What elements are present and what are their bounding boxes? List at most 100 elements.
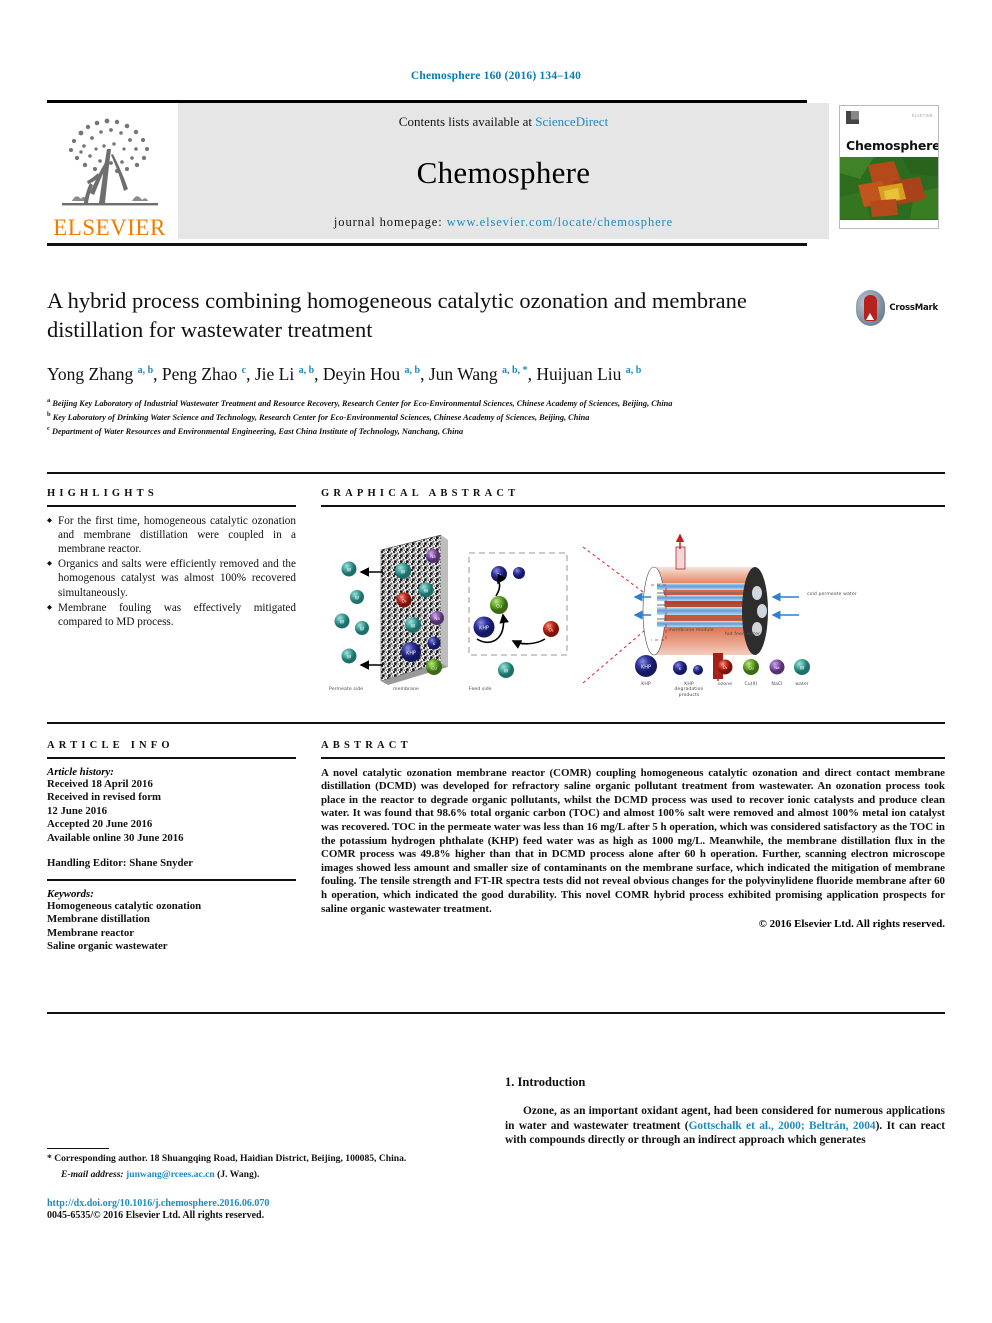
svg-text:Cu: Cu <box>748 665 754 670</box>
handling-editor: Handling Editor: Shane Snyder <box>47 856 194 869</box>
cover-publisher-label: ELSEVIER <box>911 113 933 118</box>
svg-text:Cu: Cu <box>431 665 437 670</box>
svg-text:O₃: O₃ <box>723 665 728 670</box>
running-head: Chemosphere 160 (2016) 134–140 <box>410 70 582 82</box>
graphical-abstract-heading-rule <box>321 505 945 507</box>
label-feed-side: Feed side <box>469 686 492 692</box>
svg-text:O₃: O₃ <box>402 598 407 603</box>
keyword-item: Homogeneous catalytic ozonation <box>47 899 202 912</box>
affiliation-b: b Key Laboratory of Drinking Water Scien… <box>47 409 837 423</box>
reaction-box: K⁺ Cu KHP O₃ <box>468 552 568 656</box>
svg-text:O₃: O₃ <box>549 627 554 632</box>
svg-text:KHP: KHP <box>406 650 416 656</box>
keyword-item: Saline organic wastewater <box>47 940 168 953</box>
cover-footer-band <box>840 220 938 228</box>
abstract-body: A novel catalytic ozonation membrane rea… <box>321 766 945 915</box>
sciencedirect-link[interactable]: ScienceDirect <box>535 114 608 129</box>
crossmark-badge[interactable]: CrossMark <box>856 288 938 328</box>
article-history-label: Article history: <box>47 765 114 778</box>
svg-text:W: W <box>504 668 509 674</box>
svg-text:Cu: Cu <box>496 603 502 609</box>
contents-prefix: Contents lists available at <box>398 114 536 129</box>
graphical-abstract-svg: W W W W W Na W W O₃ W Na K KHP Cu K⁺ Cu … <box>334 533 810 685</box>
affiliation-mark-b: b <box>47 411 51 419</box>
affiliation-text-b: Key Laboratory of Drinking Water Science… <box>52 412 590 422</box>
introduction-paragraph: Ozone, as an important oxidant agent, ha… <box>505 1104 945 1148</box>
affiliation-mark-c: c <box>47 425 50 433</box>
email-line: E-mail address: junwang@rcees.ac.cn (J. … <box>47 1169 447 1181</box>
email-label: E-mail address: <box>61 1168 124 1180</box>
homepage-url[interactable]: www.elsevier.com/locate/chemosphere <box>447 215 673 229</box>
page-title: A hybrid process combining homogeneous c… <box>47 288 747 342</box>
article-info-heading: ARTICLE INFO <box>47 740 174 751</box>
journal-homepage-line: journal homepage: www.elsevier.com/locat… <box>334 215 673 230</box>
legend-label-water: water <box>795 681 809 687</box>
svg-text:W: W <box>347 654 352 660</box>
label-hot-feed-water: hot feed water <box>725 631 761 637</box>
page-footer: * Corresponding author. 18 Shuangqing Ro… <box>47 1148 447 1221</box>
graphical-abstract-figure: W W W W W Na W W O₃ W Na K KHP Cu K⁺ Cu … <box>321 514 945 710</box>
elsevier-wordmark: ELSEVIER <box>53 215 166 240</box>
keywords-rule <box>47 879 296 881</box>
crossmark-icon <box>856 290 886 326</box>
list-item: For the first time, homogeneous catalyti… <box>47 514 296 557</box>
svg-text:W: W <box>355 595 359 600</box>
label-membrane: membrane <box>393 686 419 692</box>
introduction-heading: 1. Introduction <box>505 1075 586 1089</box>
paper-page: Chemosphere 160 (2016) 134–140 ELSEVIER … <box>0 0 992 1323</box>
svg-text:W: W <box>424 588 429 594</box>
journal-title: Chemosphere <box>416 154 591 190</box>
legend-label-khp-degradation: KHP degradation products <box>674 681 704 698</box>
highlights-heading-rule <box>47 505 296 507</box>
svg-text:W: W <box>411 623 416 629</box>
graphical-abstract-section: GRAPHICAL ABSTRACT W W W W W Na W W O₃ W… <box>321 488 945 710</box>
keyword-item: Membrane distillation <box>47 913 150 926</box>
highlights-section: HIGHLIGHTS For the first time, homogeneo… <box>47 488 296 630</box>
cover-artwork <box>840 157 938 221</box>
svg-text:W: W <box>347 567 352 573</box>
journal-cover-thumbnail: ELSEVIER Chemosphere <box>839 103 945 239</box>
svg-text:Na: Na <box>434 616 440 621</box>
contents-line: Contents lists available at ScienceDirec… <box>399 114 608 130</box>
affiliation-c: c Department of Water Resources and Envi… <box>47 423 837 437</box>
abstract-heading: ABSTRACT <box>321 740 412 751</box>
svg-text:Na: Na <box>774 665 779 670</box>
label-permeate-side: Permeate side <box>329 686 364 692</box>
email-address[interactable]: junwang@rcees.ac.cn <box>126 1169 215 1180</box>
abstract-bottom-rule <box>47 1012 945 1014</box>
svg-text:KHP: KHP <box>479 625 489 631</box>
highlights-heading: HIGHLIGHTS <box>47 488 158 499</box>
cover-qr-icon <box>846 111 859 124</box>
keyword-item: Membrane reactor <box>47 926 135 939</box>
svg-text:K⁺: K⁺ <box>497 572 502 577</box>
masthead-bottom-rule <box>47 243 807 246</box>
highlights-list: For the first time, homogeneous catalyti… <box>47 514 296 630</box>
history-line: Accepted 20 June 2016 <box>47 818 153 831</box>
affiliation-text-c: Department of Water Resources and Enviro… <box>51 427 464 437</box>
article-info-section: ARTICLE INFO Article history: Received 1… <box>47 740 296 954</box>
affiliation-a: a Beijing Key Laboratory of Industrial W… <box>47 395 837 409</box>
homepage-prefix: journal homepage: <box>333 215 447 229</box>
svg-text:W: W <box>340 619 345 625</box>
abstract-section: ABSTRACT A novel catalytic ozonation mem… <box>321 740 945 930</box>
history-line: Available online 30 June 2016 <box>47 831 184 844</box>
affiliation-mark-a: a <box>47 396 51 404</box>
label-membrane-module: membrane module <box>668 627 714 633</box>
email-owner: (J. Wang). <box>217 1168 260 1180</box>
crossmark-label: CrossMark <box>889 303 938 313</box>
list-item: Membrane fouling was effectively mitigat… <box>47 601 296 629</box>
footnote-rule <box>47 1148 109 1150</box>
introduction-section: 1. Introduction Ozone, as an important o… <box>505 1075 945 1148</box>
cover-leaves-image <box>840 157 938 220</box>
affiliation-text-a: Beijing Key Laboratory of Industrial Was… <box>52 398 673 408</box>
title-block: A hybrid process combining homogeneous c… <box>47 286 837 438</box>
doi-link[interactable]: http://dx.doi.org/10.1016/j.chemosphere.… <box>47 1197 447 1210</box>
list-item: Organics and salts were efficiently remo… <box>47 557 296 600</box>
svg-text:W: W <box>401 569 406 575</box>
citation-link[interactable]: Gottschalk et al., 2000; Beltrán, 2004 <box>689 1120 876 1132</box>
svg-text:W: W <box>360 626 364 631</box>
issn-copyright: 0045-6535/© 2016 Elsevier Ltd. All right… <box>47 1210 265 1222</box>
highlights-top-rule <box>47 472 945 474</box>
abstract-heading-rule <box>321 757 945 759</box>
history-line: Received in revised form <box>47 791 162 804</box>
